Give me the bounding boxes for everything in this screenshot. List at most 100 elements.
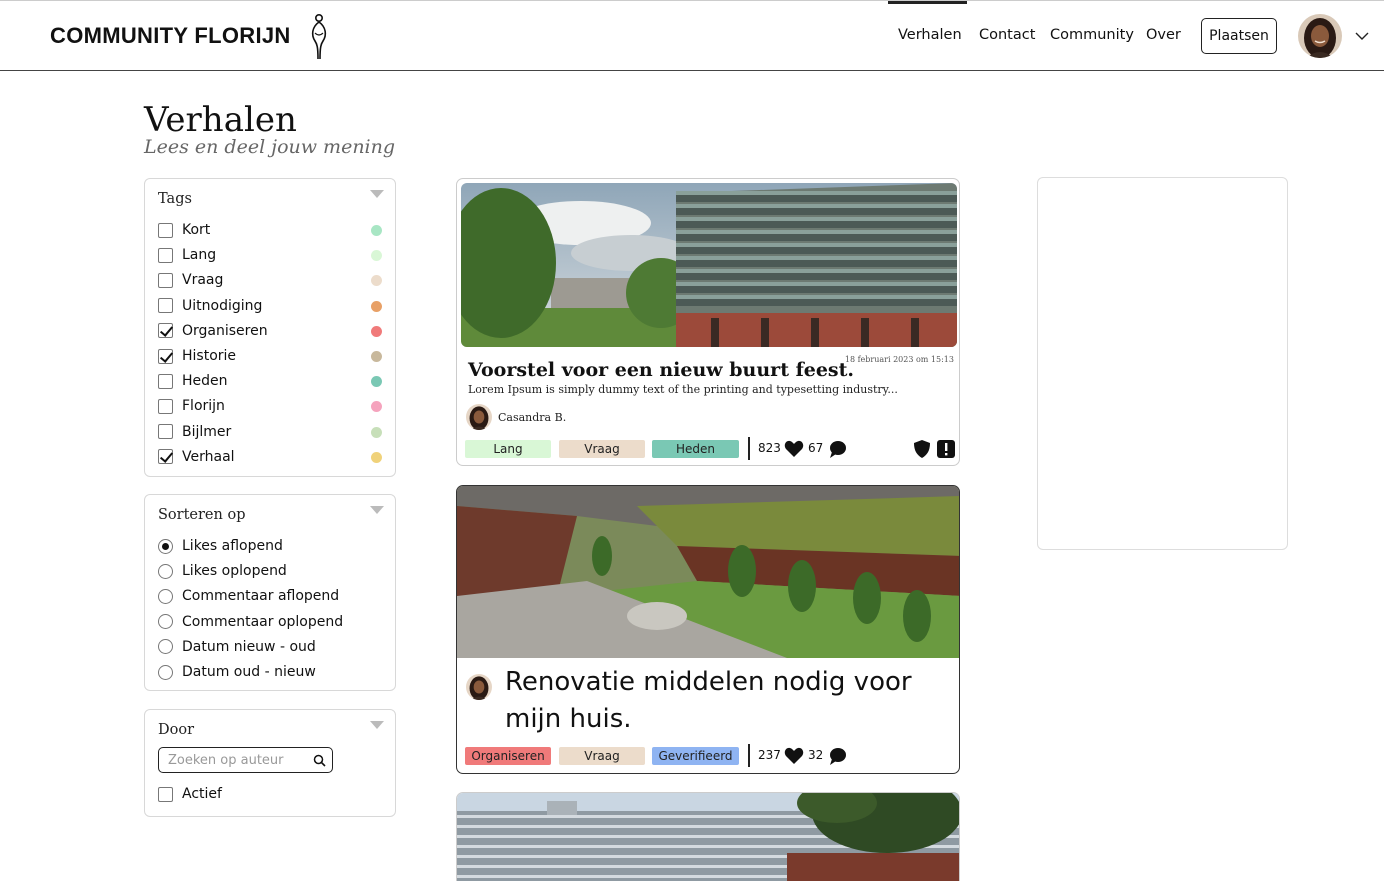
radio-button[interactable] xyxy=(158,664,173,680)
sort-option-label: Likes aflopend xyxy=(182,538,283,554)
post-meta-row: Lang Vraag Heden 823 67 xyxy=(465,437,956,460)
checkbox[interactable] xyxy=(158,247,173,263)
caret-down-icon[interactable] xyxy=(369,505,385,515)
post-image xyxy=(457,486,959,658)
post-card[interactable] xyxy=(456,792,960,881)
tag-filter-option[interactable]: Heden xyxy=(158,372,228,390)
tag-filter-label: Uitnodiging xyxy=(182,297,263,314)
checkbox[interactable] xyxy=(158,222,173,238)
checkbox[interactable] xyxy=(158,449,173,465)
checkbox[interactable] xyxy=(158,323,173,339)
page-subtitle: Lees en deel jouw mening xyxy=(144,136,396,158)
radio-button[interactable] xyxy=(158,563,173,579)
sort-option[interactable]: Likes oplopend xyxy=(158,562,287,580)
author-search-input[interactable] xyxy=(159,748,299,772)
sort-option-label: Datum nieuw - oud xyxy=(182,638,316,655)
user-avatar[interactable] xyxy=(1298,14,1342,58)
sidebar-right-panel xyxy=(1037,177,1288,550)
post-card[interactable]: Voorstel voor een nieuw buurt feest. 18 … xyxy=(456,178,960,466)
radio-button[interactable] xyxy=(158,538,173,554)
checkbox[interactable] xyxy=(158,348,173,364)
top-navigation-bar: COMMUNITY FLORIJN Verhalen Contact Commu… xyxy=(0,0,1384,71)
nav-over[interactable]: Over xyxy=(1146,27,1181,43)
tags-filter-panel: Tags Kort Lang Vraag Uitnodiging Organiseren… xyxy=(144,178,396,477)
sort-option-label: Likes oplopend xyxy=(182,563,287,580)
checkbox[interactable] xyxy=(158,398,173,414)
sort-option[interactable]: Datum nieuw - oud xyxy=(158,638,316,656)
page-title: Verhalen xyxy=(144,100,297,140)
tag-filter-option[interactable]: Verhaal xyxy=(158,448,235,466)
tag-chip[interactable]: Geverifieerd xyxy=(652,747,739,765)
post-button[interactable]: Plaatsen xyxy=(1201,18,1277,54)
post-image xyxy=(457,793,959,881)
search-icon[interactable] xyxy=(313,754,326,767)
report-icon[interactable] xyxy=(936,439,956,459)
tag-filter-label: Verhaal xyxy=(182,448,235,465)
post-title[interactable]: Renovatie middelen nodig voor mijn huis. xyxy=(505,664,945,738)
sort-option[interactable]: Commentaar aflopend xyxy=(158,587,339,605)
tag-filter-option[interactable]: Bijlmer xyxy=(158,423,231,441)
caret-down-icon[interactable] xyxy=(369,720,385,730)
tag-color-dot xyxy=(371,300,382,312)
tag-filter-option[interactable]: Lang xyxy=(158,246,216,264)
tag-chip[interactable]: Organiseren xyxy=(465,747,551,765)
heart-icon[interactable] xyxy=(784,746,804,766)
post-date: 18 februari 2023 om 15:13 xyxy=(844,355,954,364)
author-avatar[interactable] xyxy=(466,674,492,700)
comment-bubble-icon[interactable] xyxy=(828,439,848,459)
tag-color-dot xyxy=(371,275,382,287)
post-meta-row: Organiseren Vraag Geverifieerd 237 32 xyxy=(465,744,955,767)
sort-panel-title: Sorteren op xyxy=(158,507,246,523)
checkbox[interactable] xyxy=(158,373,173,389)
tag-chip[interactable]: Vraag xyxy=(559,440,645,458)
checkbox[interactable] xyxy=(158,786,173,802)
divider xyxy=(748,437,750,460)
nav-contact[interactable]: Contact xyxy=(979,27,1035,43)
tag-chip[interactable]: Vraag xyxy=(559,747,645,765)
tag-filter-label: Vraag xyxy=(182,272,224,289)
sort-option-label: Commentaar aflopend xyxy=(182,588,340,605)
tag-color-dot xyxy=(371,325,382,337)
tag-filter-label: Heden xyxy=(182,373,228,390)
checkbox[interactable] xyxy=(158,424,173,440)
post-title[interactable]: Voorstel voor een nieuw buurt feest. xyxy=(468,359,854,381)
shield-icon[interactable] xyxy=(912,439,932,459)
tag-filter-option[interactable]: Florijn xyxy=(158,397,225,415)
chevron-down-icon[interactable] xyxy=(1354,30,1370,42)
nav-verhalen[interactable]: Verhalen xyxy=(898,27,962,43)
active-checkbox-option[interactable]: Actief xyxy=(158,785,222,803)
caret-down-icon[interactable] xyxy=(369,189,385,199)
sort-option[interactable]: Datum oud - nieuw xyxy=(158,663,316,681)
comment-count: 67 xyxy=(808,441,824,455)
tag-filter-option[interactable]: Vraag xyxy=(158,271,223,289)
tag-chip[interactable]: Lang xyxy=(465,440,551,458)
florijn-logo-icon xyxy=(311,13,327,60)
radio-button[interactable] xyxy=(158,639,173,655)
tag-filter-option[interactable]: Uitnodiging xyxy=(158,297,262,315)
radio-button[interactable] xyxy=(158,614,173,630)
comment-bubble-icon[interactable] xyxy=(828,746,848,766)
checkbox[interactable] xyxy=(158,298,173,314)
post-card[interactable]: Renovatie middelen nodig voor mijn huis.… xyxy=(456,485,960,774)
tag-color-dot xyxy=(371,225,382,236)
post-author[interactable]: Casandra B. xyxy=(466,404,566,430)
author-name: Casandra B. xyxy=(498,410,567,424)
author-panel-title: Door xyxy=(158,722,195,738)
tag-chip[interactable]: Heden xyxy=(652,440,739,458)
brand-name[interactable]: COMMUNITY FLORIJN xyxy=(50,23,291,49)
checkbox[interactable] xyxy=(158,272,173,288)
tag-filter-option[interactable]: Historie xyxy=(158,347,236,365)
tag-filter-option[interactable]: Kort xyxy=(158,221,210,239)
tag-filter-option[interactable]: Organiseren xyxy=(158,322,268,340)
tag-color-dot xyxy=(371,250,382,262)
sort-option[interactable]: Commentaar oplopend xyxy=(158,613,343,631)
author-search-field[interactable] xyxy=(158,747,333,773)
tag-filter-label: Florijn xyxy=(182,398,225,415)
post-image xyxy=(461,183,957,347)
radio-button[interactable] xyxy=(158,588,173,604)
heart-icon[interactable] xyxy=(784,439,804,459)
author-filter-panel: Door Actief xyxy=(144,709,396,817)
nav-community[interactable]: Community xyxy=(1050,27,1134,43)
tag-color-dot xyxy=(371,426,382,438)
sort-option[interactable]: Likes aflopend xyxy=(158,537,283,555)
